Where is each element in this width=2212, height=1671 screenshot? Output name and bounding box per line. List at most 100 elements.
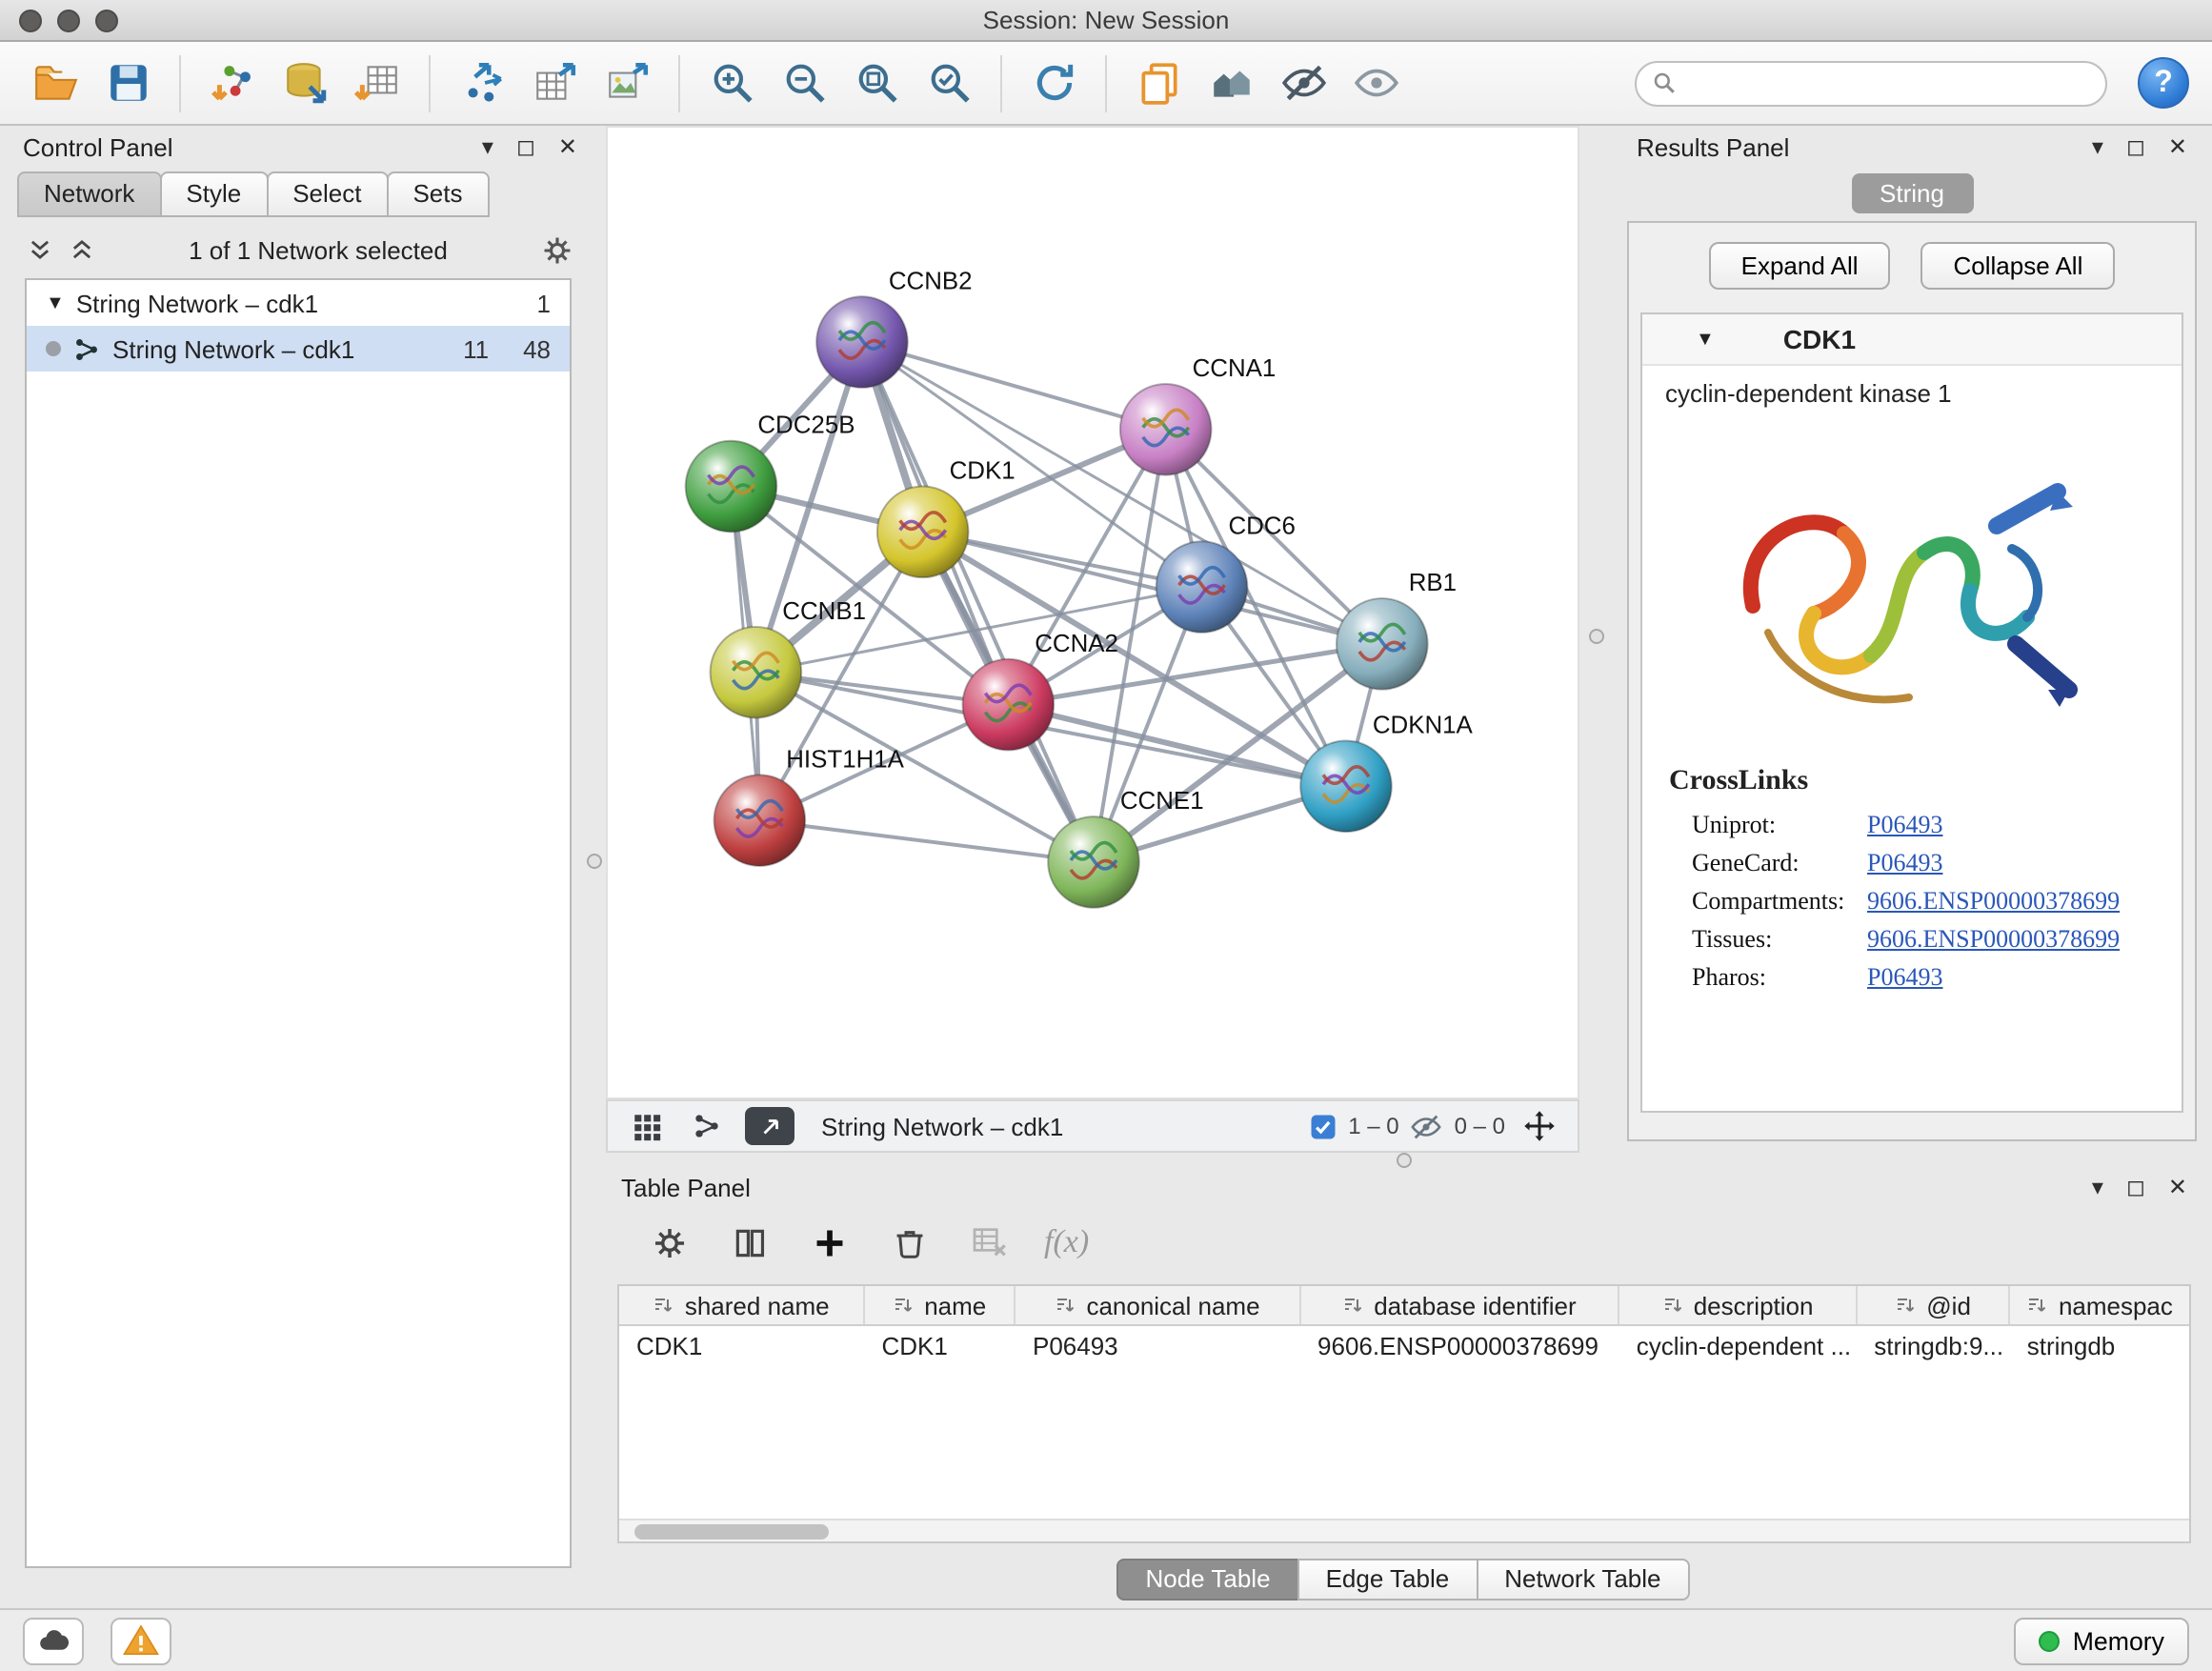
splitter-handle[interactable] <box>587 854 602 869</box>
close-window-button[interactable] <box>19 10 42 32</box>
crosslink-link[interactable]: 9606.ENSP00000378699 <box>1867 886 2120 916</box>
tab-network-table[interactable]: Network Table <box>1476 1559 1689 1601</box>
network-edge-ccnb2-ccne1[interactable] <box>862 342 1094 862</box>
column-header-description[interactable]: description <box>1619 1286 1858 1324</box>
cell-name[interactable]: CDK1 <box>864 1326 1016 1370</box>
warning-icon <box>122 1621 160 1660</box>
open-in-window-button[interactable] <box>745 1107 794 1145</box>
splitter-handle[interactable] <box>1589 629 1604 644</box>
column-header-name[interactable]: name <box>865 1286 1016 1324</box>
scrollbar-thumb[interactable] <box>634 1524 829 1540</box>
help-button[interactable]: ? <box>2138 57 2189 109</box>
show-all-button[interactable] <box>1343 50 1408 115</box>
network-edge-ccne1-hist1h1a[interactable] <box>759 820 1094 862</box>
zoom-in-button[interactable] <box>699 50 764 115</box>
table-toolbar: f(x) <box>606 1212 2202 1273</box>
zoom-selected-button[interactable] <box>916 50 981 115</box>
search-input[interactable] <box>1635 60 2107 106</box>
column-header-database-identifier[interactable]: database identifier <box>1300 1286 1619 1324</box>
string-panel-button[interactable] <box>684 1105 730 1147</box>
tab-network[interactable]: Network <box>17 171 161 217</box>
tab-edge-table[interactable]: Edge Table <box>1297 1559 1478 1601</box>
cloud-status-button[interactable] <box>23 1617 84 1664</box>
crosslink-link[interactable]: P06493 <box>1867 962 1942 993</box>
column-header-namespace[interactable]: namespac <box>2010 1286 2189 1324</box>
crosslink-link[interactable]: 9606.ENSP00000378699 <box>1867 924 2120 955</box>
hide-selected-button[interactable] <box>1271 50 1336 115</box>
panel-float-icon[interactable]: ◻ <box>2126 1176 2145 1198</box>
refresh-button[interactable] <box>1021 50 1086 115</box>
crosslink-link[interactable]: P06493 <box>1867 848 1942 878</box>
zoom-fit-icon <box>853 59 900 107</box>
panel-close-icon[interactable]: ✕ <box>2168 135 2187 158</box>
cell-id[interactable]: stringdb:9... <box>1857 1326 2010 1370</box>
gene-section-header[interactable]: ▼ CDK1 <box>1642 314 2182 366</box>
network-collection-row[interactable]: ▼ String Network – cdk1 1 <box>27 280 570 326</box>
cell-shared-name[interactable]: CDK1 <box>619 1326 864 1370</box>
horizontal-scrollbar[interactable] <box>619 1519 2189 1541</box>
tab-style[interactable]: Style <box>159 171 268 217</box>
toolbar-separator <box>1000 54 1002 111</box>
export-image-button[interactable] <box>594 50 659 115</box>
panel-close-icon[interactable]: ✕ <box>2168 1176 2187 1198</box>
sort-icon <box>1341 1294 1364 1317</box>
tab-select[interactable]: Select <box>266 171 388 217</box>
cell-database-identifier[interactable]: 9606.ENSP00000378699 <box>1300 1326 1619 1370</box>
import-network-database-button[interactable] <box>272 50 337 115</box>
network-row[interactable]: String Network – cdk1 11 48 <box>27 326 570 372</box>
open-session-button[interactable] <box>23 50 88 115</box>
cell-description[interactable]: cyclin-dependent ... <box>1619 1326 1858 1370</box>
network-edge-ccnb2-ccna1[interactable] <box>862 342 1166 430</box>
panel-close-icon[interactable]: ✕ <box>558 135 577 158</box>
node-label-ccnb1: CCNB1 <box>782 598 866 625</box>
memory-button[interactable]: Memory <box>2014 1617 2189 1664</box>
collapse-all-button[interactable]: Collapse All <box>1921 242 2116 290</box>
import-table-button[interactable] <box>345 50 410 115</box>
delete-table-button[interactable] <box>964 1218 1014 1267</box>
warnings-button[interactable] <box>111 1617 171 1664</box>
export-table-button[interactable] <box>522 50 587 115</box>
table-row[interactable]: CDK1 CDK1 P06493 9606.ENSP00000378699 cy… <box>619 1326 2189 1370</box>
zoom-fit-button[interactable] <box>844 50 909 115</box>
zoom-out-button[interactable] <box>772 50 836 115</box>
cell-namespace[interactable]: stringdb <box>2010 1326 2189 1370</box>
maximize-window-button[interactable] <box>95 10 118 32</box>
panel-menu-icon[interactable]: ▾ <box>2092 135 2103 158</box>
show-columns-button[interactable] <box>724 1218 774 1267</box>
panel-menu-icon[interactable]: ▾ <box>482 135 493 158</box>
column-header-id[interactable]: @id <box>1857 1286 2009 1324</box>
table-settings-button[interactable] <box>644 1218 694 1267</box>
cell-canonical-name[interactable]: P06493 <box>1016 1326 1300 1370</box>
column-header-canonical-name[interactable]: canonical name <box>1016 1286 1300 1324</box>
expand-all-button[interactable]: Expand All <box>1709 242 1891 290</box>
export-network-button[interactable] <box>450 50 514 115</box>
panel-float-icon[interactable]: ◻ <box>516 135 535 158</box>
home-view-button[interactable] <box>1198 50 1263 115</box>
copy-document-button[interactable] <box>1126 50 1191 115</box>
delete-column-button[interactable] <box>884 1218 934 1267</box>
tab-string[interactable]: String <box>1851 173 1973 213</box>
network-node-count: 11 <box>463 334 489 363</box>
refresh-icon <box>1030 59 1077 107</box>
collection-disclosure-icon[interactable]: ▼ <box>46 292 65 313</box>
create-column-button[interactable] <box>804 1218 854 1267</box>
pan-mode-button[interactable] <box>1517 1105 1562 1147</box>
crosslink-link[interactable]: P06493 <box>1867 810 1942 840</box>
birds-eye-view-button[interactable] <box>623 1105 669 1147</box>
column-header-shared-name[interactable]: shared name <box>619 1286 865 1324</box>
import-network-file-button[interactable] <box>200 50 265 115</box>
tab-node-table[interactable]: Node Table <box>1116 1559 1298 1601</box>
splitter-handle[interactable] <box>1397 1153 1412 1168</box>
tab-sets[interactable]: Sets <box>386 171 489 217</box>
panel-menu-icon[interactable]: ▾ <box>2092 1176 2103 1198</box>
save-session-button[interactable] <box>95 50 160 115</box>
function-builder-button[interactable]: f(x) <box>1044 1223 1089 1261</box>
network-view[interactable]: CCNB2CCNA1CDC25BCDK1CDC6RB1CCNB1CCNA2CDK… <box>606 126 1579 1099</box>
network-graph[interactable]: CCNB2CCNA1CDC25BCDK1CDC6RB1CCNB1CCNA2CDK… <box>608 128 1578 1097</box>
panel-float-icon[interactable]: ◻ <box>2126 135 2145 158</box>
gene-disclosure-icon[interactable]: ▼ <box>1696 329 1715 350</box>
expand-all-icon[interactable] <box>69 236 95 263</box>
gear-icon[interactable] <box>541 233 573 266</box>
collapse-all-icon[interactable] <box>27 236 53 263</box>
minimize-window-button[interactable] <box>57 10 80 32</box>
